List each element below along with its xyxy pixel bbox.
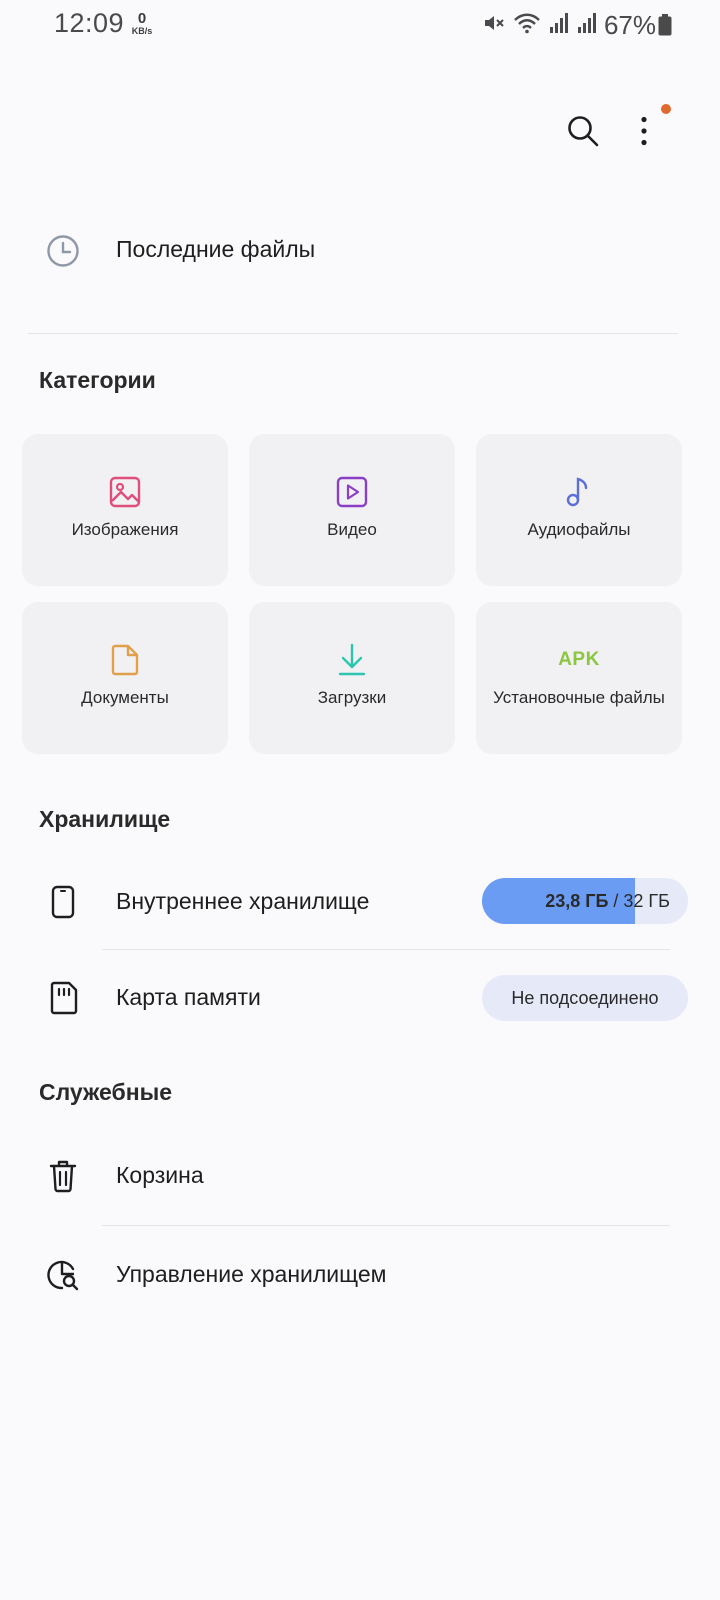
signal-icon bbox=[548, 11, 570, 40]
notification-dot bbox=[661, 104, 671, 114]
utilities-title: Служебные bbox=[39, 1079, 173, 1105]
divider bbox=[28, 333, 678, 334]
storage-separator: / bbox=[608, 890, 624, 911]
recent-files-item[interactable]: Последние файлы bbox=[0, 220, 720, 282]
apk-icon: APK bbox=[558, 649, 600, 670]
clock-icon bbox=[42, 230, 84, 272]
search-icon bbox=[568, 116, 599, 147]
music-note-icon bbox=[563, 474, 595, 510]
image-icon bbox=[109, 474, 141, 510]
storage-management-label: Управление хранилищем bbox=[116, 1261, 387, 1287]
status-time: 12:09 bbox=[54, 8, 125, 38]
video-icon bbox=[336, 474, 368, 510]
status-icons: 67% bbox=[482, 10, 656, 41]
sd-card-status-text: Не подсоединено bbox=[511, 987, 659, 1008]
category-images[interactable]: Изображения bbox=[22, 434, 228, 586]
battery-percent: 67% bbox=[603, 10, 656, 40]
storage-usage-text: 23,8 ГБ / 32 ГБ bbox=[545, 891, 688, 912]
category-downloads[interactable]: Загрузки bbox=[249, 602, 455, 754]
battery-icon bbox=[658, 14, 672, 41]
category-video[interactable]: Видео bbox=[249, 434, 455, 586]
categories-title: Категории bbox=[39, 367, 156, 393]
phone-icon bbox=[42, 881, 84, 923]
storage-title: Хранилище bbox=[39, 806, 171, 832]
network-speed-unit: KB/s bbox=[131, 26, 153, 36]
category-label: Установочные файлы bbox=[493, 688, 665, 707]
divider bbox=[102, 1225, 670, 1226]
category-label: Изображения bbox=[71, 520, 179, 539]
category-apk[interactable]: APK Установочные файлы bbox=[476, 602, 682, 754]
signal-icon-2 bbox=[576, 11, 598, 40]
document-icon bbox=[110, 642, 140, 678]
category-label: Загрузки bbox=[317, 688, 387, 707]
download-icon bbox=[337, 642, 367, 678]
trash-label: Корзина bbox=[116, 1162, 204, 1188]
mute-icon bbox=[482, 11, 506, 40]
more-vertical-icon bbox=[641, 116, 647, 146]
category-label: Аудиофайлы bbox=[527, 520, 631, 539]
network-speed: 0 KB/s bbox=[126, 11, 158, 36]
sd-card-status: Не подсоединено bbox=[482, 975, 688, 1021]
storage-used: 23,8 ГБ bbox=[545, 890, 609, 911]
storage-total: 32 ГБ bbox=[623, 890, 670, 911]
internal-storage-label: Внутреннее хранилище bbox=[116, 888, 370, 914]
trash-item[interactable]: Корзина bbox=[0, 1144, 720, 1208]
divider bbox=[102, 949, 670, 950]
search-button[interactable] bbox=[560, 108, 606, 154]
wifi-icon bbox=[512, 11, 542, 40]
category-label: Видео bbox=[327, 520, 377, 539]
category-documents[interactable]: Документы bbox=[22, 602, 228, 754]
more-options-button[interactable] bbox=[626, 108, 662, 154]
storage-analysis-icon bbox=[42, 1254, 84, 1296]
recent-files-label: Последние файлы bbox=[116, 236, 316, 262]
network-speed-value: 0 bbox=[137, 10, 147, 27]
category-audio[interactable]: Аудиофайлы bbox=[476, 434, 682, 586]
sd-card-icon bbox=[42, 977, 84, 1019]
internal-storage-usage: 23,8 ГБ / 32 ГБ bbox=[482, 878, 688, 924]
storage-management-item[interactable]: Управление хранилищем bbox=[0, 1243, 720, 1307]
category-label: Документы bbox=[81, 688, 169, 707]
sd-card-label: Карта памяти bbox=[116, 984, 261, 1010]
trash-icon bbox=[42, 1155, 84, 1197]
